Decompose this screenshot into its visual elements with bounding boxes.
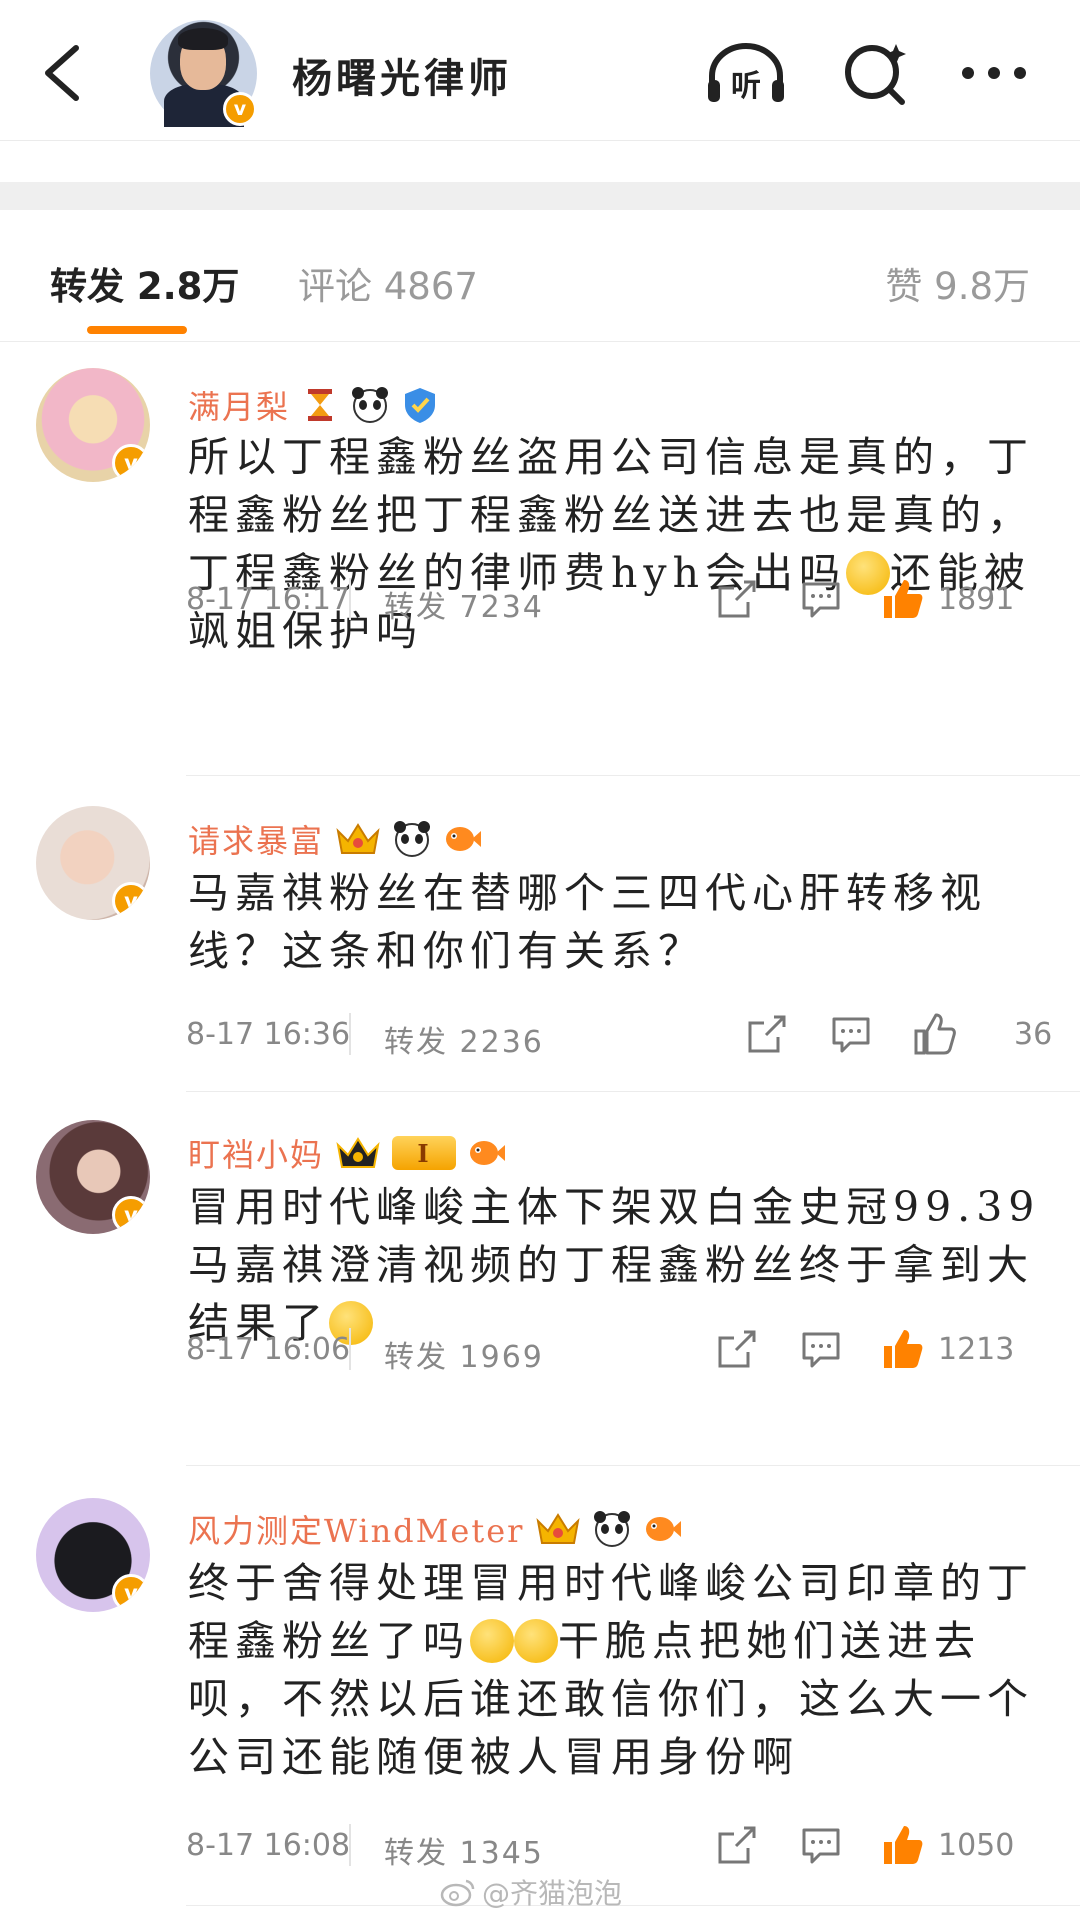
- repost-item: v 风力测定WindMeter 终于舍得处理冒用时代峰峻公司印章的丁程鑫粉丝了吗…: [0, 1466, 1080, 1906]
- username[interactable]: 风力测定WindMeter: [188, 1506, 524, 1552]
- like-count: 1213: [938, 1332, 1015, 1367]
- like-icon[interactable]: [880, 576, 926, 622]
- share-icon[interactable]: [714, 1822, 760, 1868]
- crown-badge-icon: [536, 1513, 581, 1544]
- meta-row: 8-17 16:17 转发 7234 1891: [186, 574, 1046, 625]
- verified-badge-icon: v: [112, 444, 150, 482]
- username-row: 满月梨: [188, 382, 440, 428]
- repost-item: v 满月梨 所以丁程鑫粉丝盗用公司信息是真的，丁程鑫粉丝把丁程鑫粉丝送进去也是真…: [0, 342, 1080, 776]
- watermark: @齐猫泡泡: [440, 1872, 622, 1912]
- repost-text: 所以丁程鑫粉丝盗用公司信息是真的，丁程鑫粉丝把丁程鑫粉丝送进去也是真的，丁程鑫粉…: [188, 433, 1034, 655]
- user-avatar[interactable]: v: [36, 806, 150, 920]
- profile-avatar[interactable]: v: [150, 20, 257, 127]
- more-icon[interactable]: [952, 40, 1036, 106]
- username-row: 风力测定WindMeter: [188, 1506, 682, 1552]
- meta-divider: [349, 1824, 351, 1866]
- user-avatar[interactable]: v: [36, 1498, 150, 1612]
- fish-badge-icon: [646, 1517, 682, 1541]
- timestamp: 8-17 16:06: [186, 1332, 351, 1367]
- panda-badge-icon: [594, 1511, 631, 1547]
- listen-icon[interactable]: 听: [704, 40, 788, 106]
- comment-icon[interactable]: [798, 576, 844, 622]
- header-divider: [0, 140, 1080, 141]
- weibo-logo-icon: [440, 1879, 475, 1907]
- comment-icon[interactable]: [828, 1011, 874, 1057]
- meta-divider: [349, 1328, 351, 1370]
- like-icon[interactable]: [880, 1822, 926, 1868]
- repost-count: 转发 1969: [384, 1340, 544, 1375]
- level-badge: I: [392, 1136, 457, 1170]
- item-divider: [186, 1905, 1080, 1906]
- repost-item: v 盯裆小妈 I 冒用时代峰峻主体下架双白金史冠99.39马嘉祺澄清视频的丁程鑫…: [0, 1092, 1080, 1466]
- verified-badge-icon: v: [223, 92, 257, 126]
- share-icon[interactable]: [714, 1326, 760, 1372]
- comment-icon[interactable]: [798, 1822, 844, 1868]
- meta-row: 8-17 16:06 转发 1969 1213: [186, 1324, 1046, 1375]
- share-icon[interactable]: [714, 576, 760, 622]
- section-separator: [0, 182, 1080, 210]
- verified-badge-icon: v: [112, 1574, 150, 1612]
- crown-badge-icon: [336, 1137, 380, 1168]
- shocked-emoji-icon: [514, 1619, 558, 1663]
- panda-badge-icon: [394, 821, 431, 857]
- panda-badge-icon: [352, 387, 389, 423]
- share-icon[interactable]: [744, 1011, 790, 1057]
- repost-count: 转发 1345: [384, 1836, 544, 1871]
- repost-count: 转发 2236: [384, 1025, 544, 1060]
- like-count: 1891: [938, 582, 1015, 617]
- timestamp: 8-17 16:17: [186, 582, 351, 617]
- shocked-emoji-icon: [470, 1619, 514, 1663]
- meta-row: 8-17 16:36 转发 2236 36: [186, 1009, 1052, 1060]
- repost-text: 马嘉祺粉丝在替哪个三四代心肝转移视线？这条和你们有关系？: [188, 869, 987, 975]
- like-icon[interactable]: [912, 1011, 958, 1057]
- timestamp: 8-17 16:36: [186, 1017, 351, 1052]
- like-count: 1050: [938, 1828, 1015, 1863]
- listen-label: 听: [731, 69, 761, 104]
- verified-badge-icon: v: [112, 1196, 150, 1234]
- like-icon[interactable]: [880, 1326, 926, 1372]
- top-bar: v 杨曙光律师 听: [0, 0, 1080, 140]
- tab-like[interactable]: 赞 9.8万: [885, 256, 1030, 310]
- search-icon[interactable]: [838, 40, 918, 106]
- user-avatar[interactable]: v: [36, 368, 150, 482]
- crown-badge-icon: [336, 823, 380, 854]
- fish-badge-icon: [470, 1141, 506, 1165]
- like-count: 36: [1014, 1017, 1053, 1052]
- interaction-tabs: 转发 2.8万 评论 4867 赞 9.8万: [0, 210, 1080, 342]
- hourglass-badge-icon: [308, 389, 333, 421]
- meta-divider: [349, 1013, 351, 1055]
- meta-divider: [349, 578, 351, 620]
- tab-comment[interactable]: 评论 4867: [298, 256, 478, 310]
- username-row: 请求暴富: [188, 816, 482, 862]
- repost-text: 终于舍得处理冒用时代峰峻公司印章的丁程鑫粉丝了吗 干脆点把她们送进去呗，不然以后谁…: [188, 1559, 1034, 1781]
- meta-row: 8-17 16:08 转发 1345 1050: [186, 1820, 1046, 1871]
- username[interactable]: 盯裆小妈: [188, 1130, 324, 1176]
- user-avatar[interactable]: v: [36, 1120, 150, 1234]
- shield-badge-icon: [405, 388, 436, 423]
- comment-icon[interactable]: [798, 1326, 844, 1372]
- username-row: 盯裆小妈 I: [188, 1130, 506, 1176]
- timestamp: 8-17 16:08: [186, 1828, 351, 1863]
- username[interactable]: 请求暴富: [188, 816, 324, 862]
- active-tab-indicator: [87, 326, 187, 334]
- back-arrow-icon[interactable]: [38, 42, 88, 104]
- repost-item: v 请求暴富 马嘉祺粉丝在替哪个三四代心肝转移视线？这条和你们有关系？ 8-17…: [0, 776, 1080, 1092]
- username[interactable]: 满月梨: [188, 382, 290, 428]
- fish-badge-icon: [446, 827, 482, 851]
- tab-repost[interactable]: 转发 2.8万: [50, 256, 239, 310]
- verified-badge-icon: v: [112, 882, 150, 920]
- repost-count: 转发 7234: [384, 590, 544, 625]
- page-title[interactable]: 杨曙光律师: [292, 46, 512, 104]
- watermark-text: @齐猫泡泡: [482, 1877, 623, 1910]
